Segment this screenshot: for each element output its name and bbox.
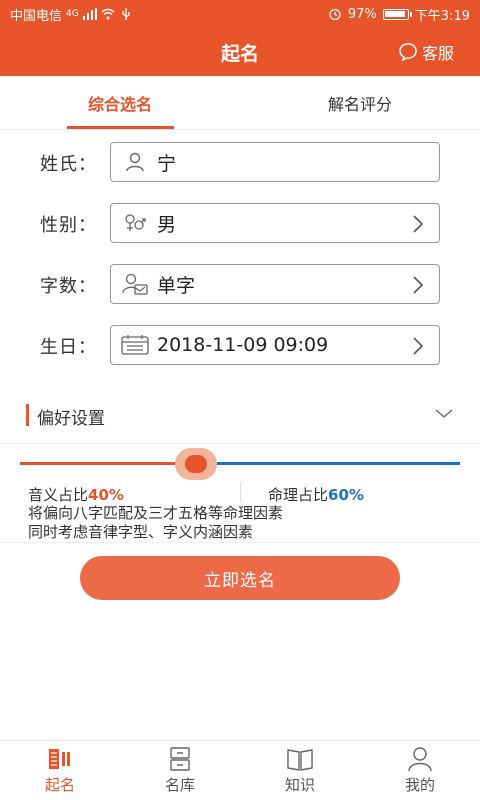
bottom-tab-bar: 起名 名库 知识 我的 — [0, 740, 480, 800]
tab-label: 解名评分 — [327, 94, 392, 114]
sound-ratio: 音义占比40% — [28, 486, 124, 504]
surname-field[interactable]: 宁 — [110, 142, 440, 182]
carrier-name: 中国电信 — [10, 8, 63, 24]
customer-service-button[interactable]: 客服 — [398, 40, 454, 64]
preference-description: 将偏向八字匹配及三才五格等命理因素 同时考虑音律字型、字义内涵因素 — [28, 504, 283, 542]
birthday-value: 2018-11-09 09:09 — [157, 334, 329, 356]
gender-icon — [121, 209, 149, 237]
description-line: 同时考虑音律字型、字义内涵因素 — [28, 523, 254, 541]
sound-percent: 40% — [88, 486, 124, 504]
slider-track-sound — [20, 462, 176, 465]
user-icon — [408, 747, 432, 772]
birthday-row: 生日： 2018-11-09 09:09 — [0, 325, 480, 365]
char-count-row: 字数： 单字 — [0, 264, 480, 304]
battery-icon — [382, 8, 412, 20]
tabbar-label: 我的 — [404, 776, 435, 794]
section-accent-bar — [26, 404, 29, 426]
surname-label: 姓氏： — [40, 154, 97, 175]
preference-section: 偏好设置 — [0, 392, 480, 444]
tabbar-item-mine[interactable]: 我的 — [360, 741, 480, 800]
clock-time: 下午3:19 — [414, 8, 470, 24]
ratio-divider — [240, 482, 241, 502]
name-library-icon — [170, 747, 190, 771]
slider-thumb[interactable] — [175, 448, 217, 480]
slider-track-fate — [216, 462, 460, 465]
book-icon — [287, 749, 313, 771]
tab-name-score[interactable]: 解名评分 — [240, 76, 480, 129]
tabbar-label: 名库 — [164, 776, 195, 794]
tab-label: 综合选名 — [87, 94, 152, 114]
tabbar-item-naming[interactable]: 起名 — [0, 741, 120, 800]
ratio-labels: 音义占比40% 命理占比60% — [0, 482, 480, 504]
calendar-icon — [121, 331, 149, 359]
fate-percent: 60% — [328, 486, 364, 504]
tabbar-label: 起名 — [44, 776, 75, 794]
gender-row: 性别： 男 — [0, 203, 480, 243]
naming-icon — [49, 749, 70, 769]
network-type: 4G — [66, 9, 79, 19]
surname-value: 宁 — [157, 152, 177, 175]
person-icon — [121, 148, 149, 176]
chevron-right-icon — [413, 276, 424, 294]
fate-ratio: 命理占比60% — [268, 486, 364, 504]
select-name-button[interactable]: 立即选名 — [80, 556, 400, 600]
divider — [0, 542, 480, 543]
page-title: 起名 — [220, 42, 259, 65]
active-tab-indicator — [67, 126, 174, 129]
char-count-label: 字数： — [40, 276, 97, 297]
description-line: 将偏向八字匹配及三才五格等命理因素 — [28, 504, 284, 522]
gender-selector[interactable]: 男 — [110, 203, 440, 243]
birthday-label: 生日： — [40, 337, 97, 358]
usb-icon — [122, 8, 130, 20]
battery-percent: 97% — [347, 6, 377, 22]
top-bar: 中国电信 4G 97% 下午3:19 起名 客服 — [0, 0, 480, 76]
char-count-selector[interactable]: 单字 — [110, 264, 440, 304]
surname-row: 姓氏： 宁 — [0, 142, 480, 182]
birthday-selector[interactable]: 2018-11-09 09:09 — [110, 325, 440, 365]
preference-title: 偏好设置 — [37, 409, 105, 429]
person-card-icon — [121, 270, 149, 298]
customer-service-label: 客服 — [421, 44, 454, 63]
tabbar-item-knowledge[interactable]: 知识 — [240, 741, 360, 800]
app-header: 起名 客服 — [0, 28, 480, 76]
tab-comprehensive[interactable]: 综合选名 — [0, 76, 240, 129]
tabbar-item-name-library[interactable]: 名库 — [120, 741, 240, 800]
gender-label: 性别： — [40, 215, 97, 236]
alarm-icon — [329, 8, 341, 20]
mode-tabs: 综合选名 解名评分 — [0, 76, 480, 130]
char-count-value: 单字 — [157, 274, 196, 297]
gender-value: 男 — [157, 213, 177, 236]
tabbar-label: 知识 — [284, 776, 315, 794]
chevron-right-icon — [413, 337, 424, 355]
preference-slider[interactable] — [20, 448, 460, 480]
chat-bubble-icon — [399, 43, 417, 62]
chevron-right-icon — [413, 215, 424, 233]
wifi-icon — [101, 8, 115, 20]
status-bar: 中国电信 4G 97% 下午3:19 — [0, 0, 480, 28]
chevron-down-icon[interactable] — [434, 406, 454, 420]
signal-icon — [82, 8, 97, 20]
